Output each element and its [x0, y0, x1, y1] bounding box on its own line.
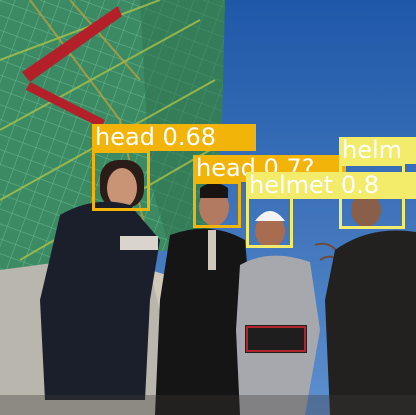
head-detection-box [193, 181, 241, 228]
helmet-detection-box [246, 196, 293, 248]
person-man-suit [155, 228, 250, 415]
helmet-detection-label: helm [339, 137, 416, 164]
head-detection-label: head 0.68 [92, 124, 256, 151]
head-detection-box [92, 150, 150, 211]
person-right [325, 230, 416, 415]
helmet-detection-box [339, 163, 405, 229]
person-woman [40, 201, 160, 400]
